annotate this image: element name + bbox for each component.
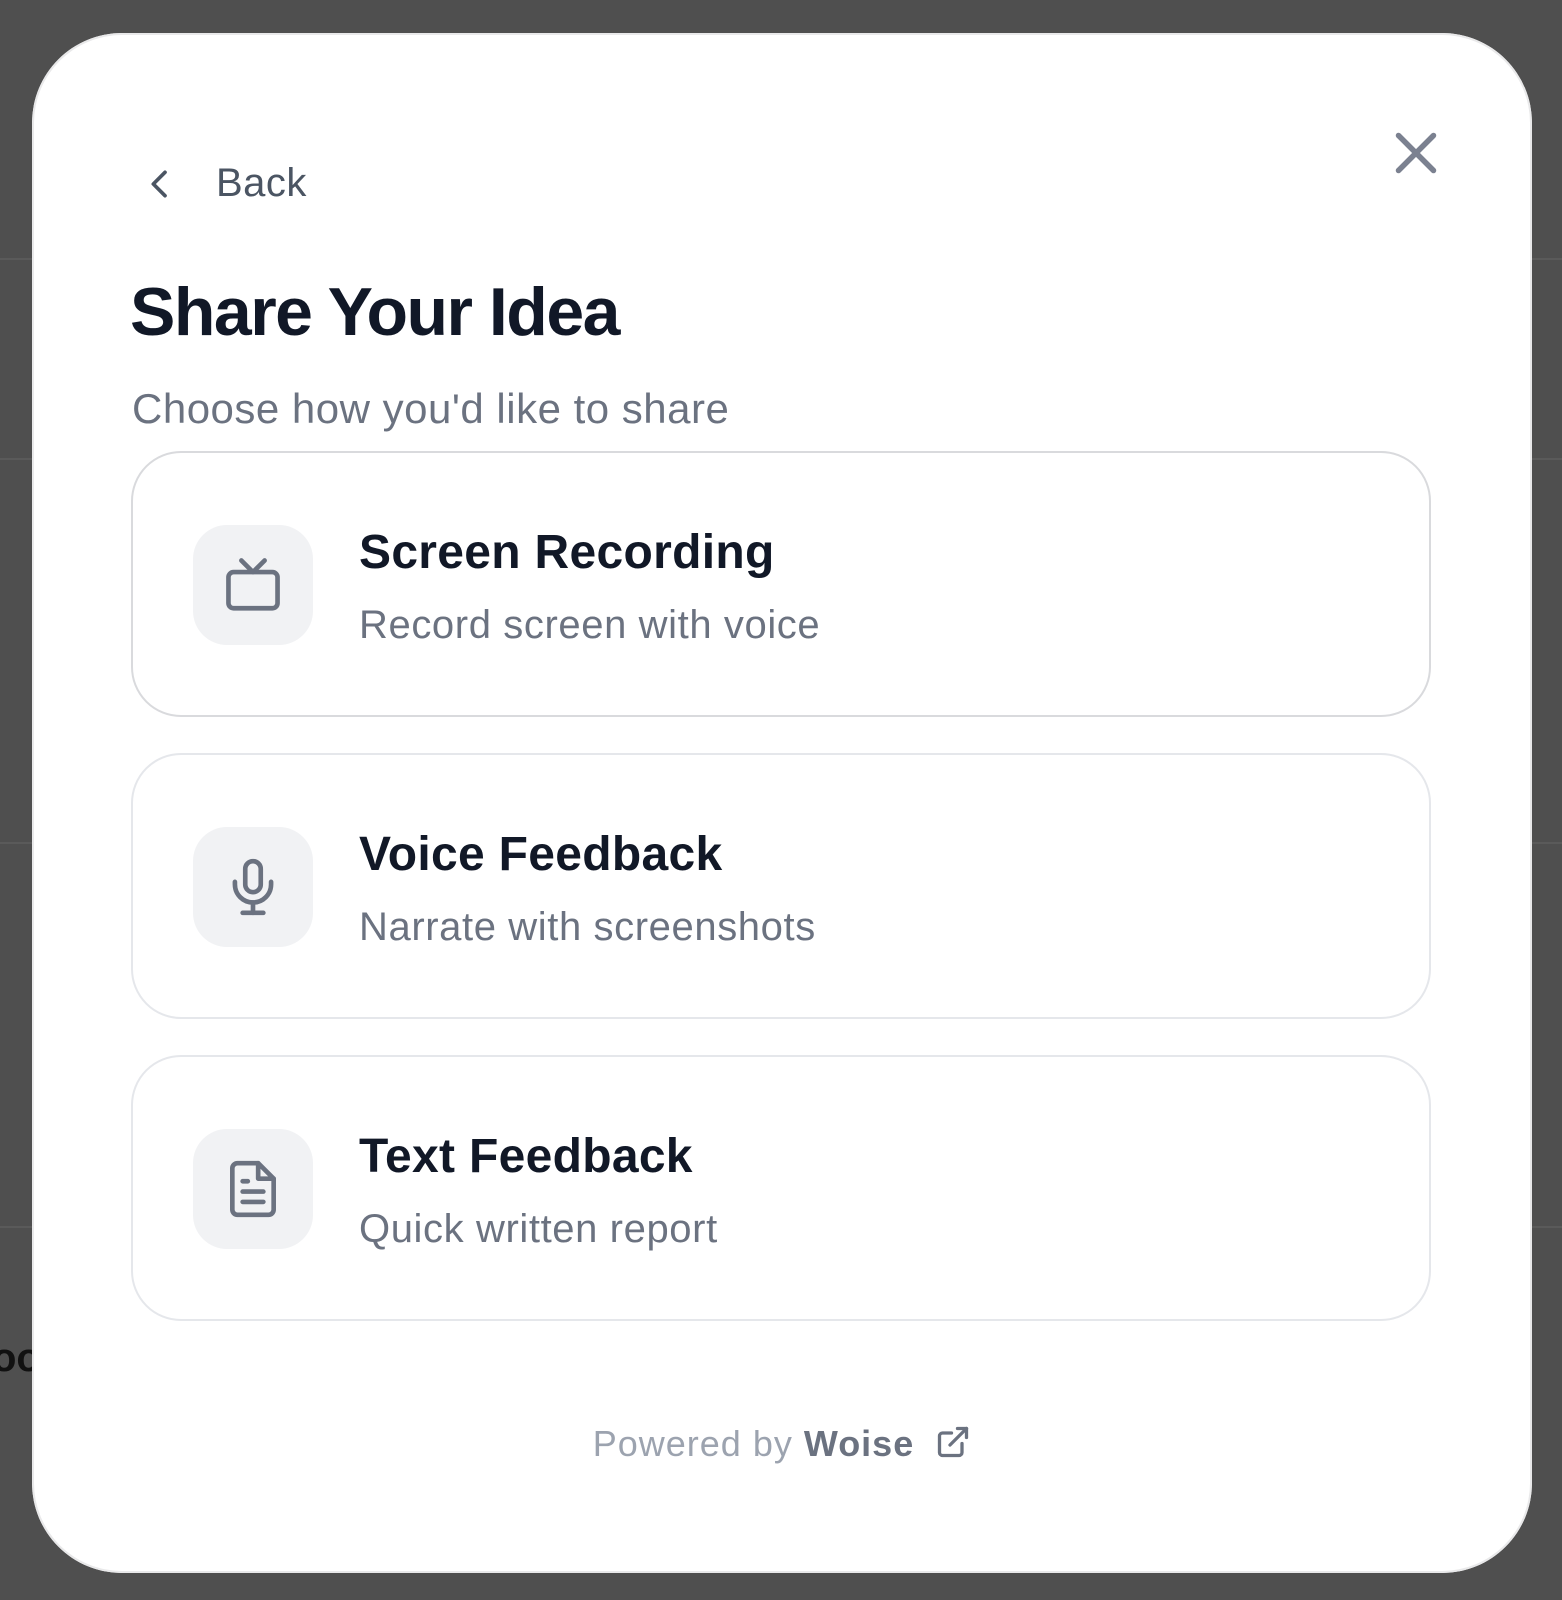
back-button[interactable]: Back <box>140 161 307 206</box>
close-button[interactable] <box>1386 123 1446 183</box>
chevron-left-icon <box>140 164 180 204</box>
option-screen-recording[interactable]: Screen Recording Record screen with voic… <box>131 451 1431 717</box>
option-description: Quick written report <box>359 1207 718 1251</box>
option-title: Voice Feedback <box>359 828 723 881</box>
option-text-feedback[interactable]: Text Feedback Quick written report <box>131 1055 1431 1321</box>
close-icon <box>1386 123 1446 183</box>
option-icon-container <box>193 1129 313 1249</box>
option-description: Record screen with voice <box>359 603 821 647</box>
external-link-icon[interactable] <box>935 1424 971 1469</box>
tv-icon <box>222 554 284 616</box>
option-title: Text Feedback <box>359 1130 693 1183</box>
option-icon-container <box>193 525 313 645</box>
page-subtitle: Choose how you'd like to share <box>132 385 730 432</box>
powered-by-text: Powered by <box>592 1423 793 1464</box>
brand-link[interactable]: Woise <box>804 1423 914 1464</box>
document-icon <box>222 1158 284 1220</box>
option-description: Narrate with screenshots <box>359 905 816 949</box>
option-icon-container <box>193 827 313 947</box>
microphone-icon <box>222 856 284 918</box>
option-voice-feedback[interactable]: Voice Feedback Narrate with screenshots <box>131 753 1431 1019</box>
option-title: Screen Recording <box>359 526 775 579</box>
back-label: Back <box>216 161 307 205</box>
page-title: Share Your Idea <box>130 274 620 350</box>
powered-by-footer: Powered by Woise <box>32 1423 1532 1469</box>
share-idea-modal: Back Share Your Idea Choose how you'd li… <box>32 33 1532 1573</box>
